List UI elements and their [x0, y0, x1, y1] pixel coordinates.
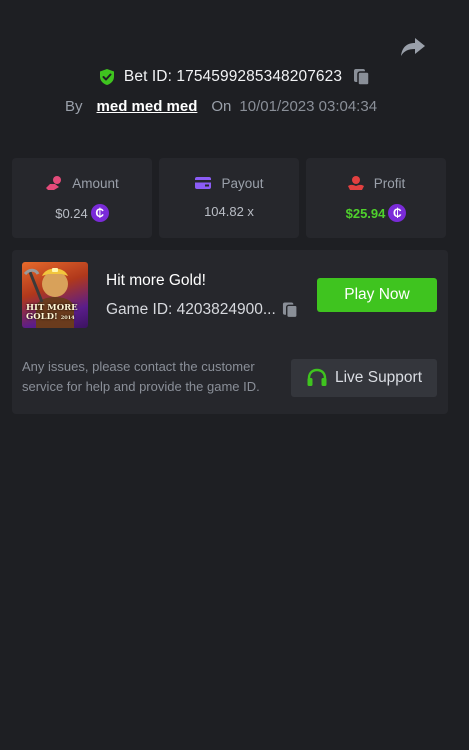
hand-coin-icon — [46, 176, 62, 190]
bet-meta-row: By med med med On 10/01/2023 03:04:34 — [65, 98, 377, 115]
on-label: On — [211, 98, 232, 115]
amount-label: Amount — [72, 175, 119, 191]
live-support-button[interactable]: Live Support — [291, 359, 437, 397]
copy-bet-id-icon[interactable] — [353, 68, 371, 86]
payout-value: 104.82 x — [204, 204, 254, 219]
game-id-text: Game ID: 4203824900... — [106, 301, 276, 318]
game-title: Hit more Gold! — [106, 272, 206, 289]
profit-value: $25.94 — [345, 205, 386, 221]
profit-card: Profit $25.94 ₵ — [306, 158, 446, 238]
live-support-label: Live Support — [334, 369, 423, 386]
game-id-row: Game ID: 4203824900... — [106, 301, 299, 319]
bet-datetime: 10/01/2023 03:04:34 — [239, 98, 378, 115]
payout-label: Payout — [221, 175, 264, 191]
support-notice: Any issues, please contact the customer … — [22, 359, 260, 394]
username-link[interactable]: med med med — [97, 98, 198, 115]
bet-id-row: Bet ID: 1754599285348207623 — [0, 68, 469, 86]
game-thumbnail[interactable]: HIT MORE GOLD! 2014 — [22, 262, 88, 328]
copy-game-id-icon[interactable] — [282, 301, 299, 319]
game-panel: HIT MORE GOLD! 2014 Hit more Gold! Game … — [12, 250, 448, 414]
payout-card: Payout 104.82 x — [159, 158, 299, 238]
bet-stats: Amount $0.24 ₵ Payout 104.82 x Profit $2… — [12, 158, 446, 238]
currency-coin-icon: ₵ — [388, 204, 407, 222]
verified-shield-icon — [99, 69, 114, 85]
by-label: By — [65, 98, 83, 115]
bet-id-text: Bet ID: 1754599285348207623 — [123, 68, 343, 85]
currency-coin-icon: ₵ — [90, 204, 109, 222]
hand-money-icon — [347, 176, 364, 190]
share-icon[interactable] — [400, 36, 426, 58]
amount-card: Amount $0.24 ₵ — [12, 158, 152, 238]
play-now-button[interactable]: Play Now — [317, 278, 437, 312]
profit-label: Profit — [373, 175, 406, 191]
thumbnail-logo-text: HIT MORE GOLD! 2014 — [26, 303, 78, 322]
headset-icon — [307, 368, 327, 386]
amount-value: $0.24 — [55, 205, 88, 221]
wallet-icon — [195, 177, 212, 189]
